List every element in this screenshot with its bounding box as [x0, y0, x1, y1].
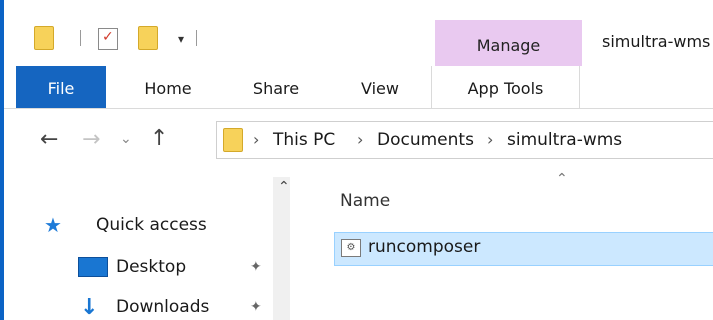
sort-ascending-icon: ⌃: [556, 171, 568, 187]
back-arrow-icon[interactable]: ←: [40, 127, 58, 152]
breadcrumb-separator-icon: ›: [357, 130, 364, 149]
up-arrow-icon[interactable]: ↑: [150, 126, 168, 151]
tab-home[interactable]: Home: [128, 66, 208, 108]
download-icon: ↓: [80, 295, 99, 320]
nav-item-downloads[interactable]: Downloads: [116, 297, 209, 317]
folder-icon: [223, 128, 243, 152]
scroll-up-icon[interactable]: ⌃: [278, 179, 290, 195]
toolbar-separator: [80, 30, 81, 46]
file-row[interactable]: ⚙ runcomposer: [334, 232, 713, 266]
nav-item-desktop[interactable]: Desktop: [116, 257, 186, 277]
column-header-name[interactable]: Name: [340, 191, 390, 211]
properties-icon[interactable]: [98, 28, 118, 50]
title-bar: ▾ Manage simultra-wms: [4, 0, 713, 66]
address-row: ← → ⌄ ↑ › This PC › Documents › simultra…: [4, 109, 713, 169]
manage-tab-label: Manage: [476, 36, 541, 55]
nav-item-quick-access[interactable]: Quick access: [96, 215, 207, 235]
new-folder-icon[interactable]: [138, 26, 158, 50]
contextual-tab-manage[interactable]: Manage: [435, 20, 582, 66]
tab-app-tools[interactable]: App Tools: [431, 66, 580, 108]
executable-icon: ⚙: [341, 239, 361, 257]
toolbar-separator: [196, 30, 197, 46]
file-name: runcomposer: [368, 237, 481, 257]
recent-locations-chevron-icon[interactable]: ⌄: [120, 131, 132, 147]
tab-file[interactable]: File: [16, 66, 106, 108]
tab-share[interactable]: Share: [236, 66, 316, 108]
address-bar[interactable]: › This PC › Documents › simultra-wms: [216, 121, 713, 159]
star-icon: ★: [44, 213, 62, 237]
pin-icon[interactable]: ✦: [250, 259, 262, 275]
forward-arrow-icon[interactable]: →: [82, 127, 100, 152]
pin-icon[interactable]: ✦: [250, 299, 262, 315]
customize-dropdown-icon[interactable]: ▾: [178, 32, 184, 46]
breadcrumb-this-pc[interactable]: This PC: [273, 130, 335, 150]
breadcrumb-separator-icon: ›: [253, 130, 260, 149]
breadcrumb-documents[interactable]: Documents: [377, 130, 474, 150]
tab-view[interactable]: View: [340, 66, 420, 108]
breadcrumb-simultra-wms[interactable]: simultra-wms: [507, 130, 622, 150]
window-title: simultra-wms: [602, 32, 711, 51]
desktop-icon: [78, 257, 108, 277]
file-list-pane: ⌃ Name ⚙ runcomposer: [290, 169, 713, 320]
ribbon-tabs: File Home Share View App Tools: [4, 66, 713, 109]
folder-icon[interactable]: [34, 26, 54, 50]
navigation-pane: ⌃ ★ Quick access Desktop ✦ ↓ Downloads ✦: [4, 169, 295, 320]
breadcrumb-separator-icon: ›: [487, 130, 494, 149]
